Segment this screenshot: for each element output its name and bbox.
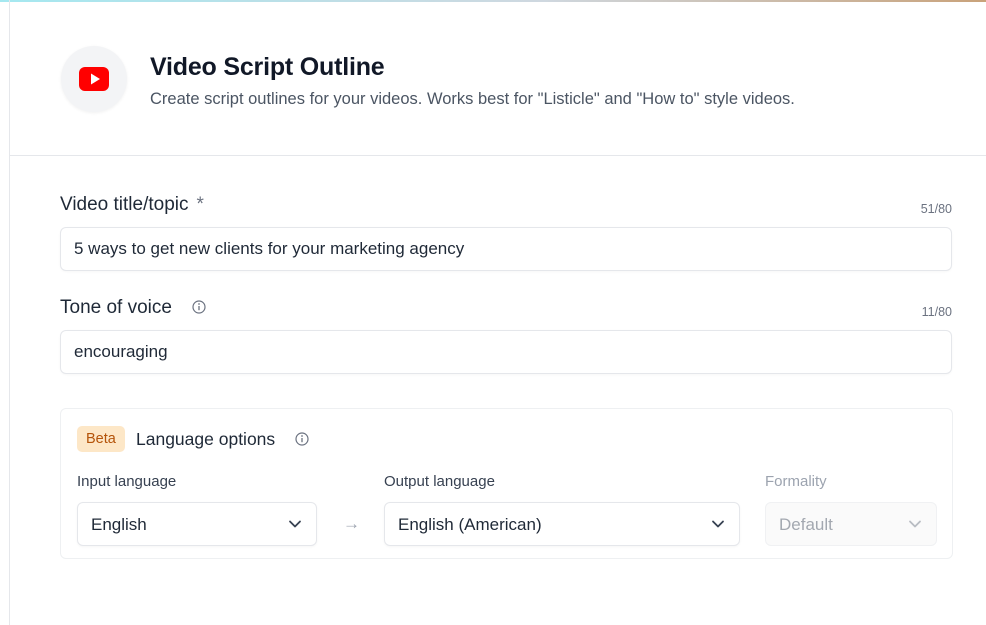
tone-info-icon[interactable] (192, 300, 206, 314)
tone-label-text: Tone of voice (60, 297, 172, 318)
video-title-label: Video title/topic * (60, 194, 204, 216)
formality-select[interactable]: Default (765, 502, 937, 546)
required-asterisk: * (196, 194, 204, 215)
page-title: Video Script Outline (150, 53, 385, 81)
video-title-input[interactable] (60, 227, 952, 271)
output-language-value: English (American) (398, 515, 542, 534)
output-language-label: Output language (384, 473, 495, 490)
youtube-play-icon (79, 67, 109, 91)
chevron-down-icon (712, 520, 724, 528)
video-title-label-text: Video title/topic (60, 194, 189, 215)
tone-label: Tone of voice (60, 297, 172, 319)
tone-counter: 11/80 (921, 305, 952, 319)
language-info-icon[interactable] (295, 432, 309, 446)
tool-header: Video Script Outline Create script outli… (10, 2, 986, 156)
language-options-panel: Beta Language options Input language Eng… (60, 408, 953, 559)
input-language-label: Input language (77, 473, 177, 490)
chevron-down-icon (289, 520, 301, 528)
beta-badge: Beta (77, 426, 125, 452)
language-options-title: Language options (136, 429, 276, 449)
output-language-select[interactable]: English (American) (384, 502, 740, 546)
arrow-right-icon: → (343, 514, 360, 533)
formality-value: Default (779, 515, 833, 534)
tone-input[interactable] (60, 330, 952, 374)
input-language-select[interactable]: English (77, 502, 317, 546)
page-subtitle: Create script outlines for your videos. … (150, 90, 795, 108)
youtube-logo (61, 46, 127, 112)
formality-label: Formality (765, 473, 827, 490)
input-language-value: English (91, 515, 147, 534)
chevron-down-icon (909, 520, 921, 528)
video-title-counter: 51/80 (920, 202, 952, 216)
